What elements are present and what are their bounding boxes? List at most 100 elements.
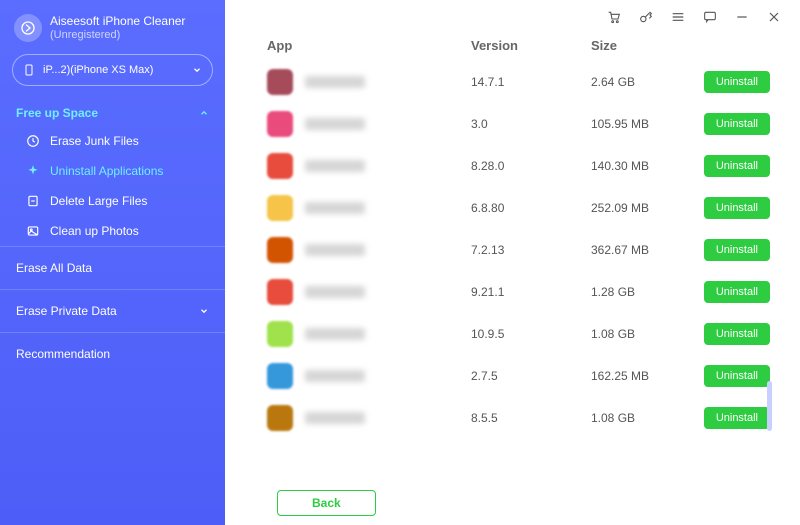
app-size: 252.09 MB	[591, 201, 701, 215]
device-label: iP...2)(iPhone XS Max)	[43, 64, 153, 76]
main-panel: App Version Size 14.7.12.64 GBUninstall3…	[225, 0, 800, 525]
brand-text: Aiseesoft iPhone Cleaner (Unregistered)	[50, 14, 185, 42]
section-label: Recommendation	[16, 347, 110, 361]
uninstall-button[interactable]: Uninstall	[704, 365, 770, 387]
app-icon	[267, 153, 293, 179]
table-row: 8.28.0140.30 MBUninstall	[251, 145, 774, 187]
table-row: 14.7.12.64 GBUninstall	[251, 61, 774, 103]
table-row: 8.5.51.08 GBUninstall	[251, 397, 774, 439]
app-version: 14.7.1	[471, 75, 591, 89]
app-icon	[267, 195, 293, 221]
app-icon	[267, 69, 293, 95]
section-label: Erase All Data	[16, 261, 92, 275]
uninstall-button[interactable]: Uninstall	[704, 281, 770, 303]
uninstall-button[interactable]: Uninstall	[704, 197, 770, 219]
app-version: 10.9.5	[471, 327, 591, 341]
chevron-down-icon	[199, 306, 209, 316]
table-row: 9.21.11.28 GBUninstall	[251, 271, 774, 313]
back-button[interactable]: Back	[277, 490, 376, 516]
app-title: Aiseesoft iPhone Cleaner	[50, 14, 185, 28]
clock-icon	[26, 134, 40, 148]
app-size: 2.64 GB	[591, 75, 701, 89]
app-version: 2.7.5	[471, 369, 591, 383]
section-label: Free up Space	[16, 106, 98, 120]
uninstall-button[interactable]: Uninstall	[704, 407, 770, 429]
chat-icon[interactable]	[702, 9, 718, 25]
app-version: 7.2.13	[471, 243, 591, 257]
section-recommendation[interactable]: Recommendation	[0, 333, 225, 375]
sidebar-item-label: Erase Junk Files	[50, 134, 139, 148]
scrollbar-thumb[interactable]	[767, 381, 772, 431]
table-row: 6.8.80252.09 MBUninstall	[251, 187, 774, 229]
table-row: 10.9.51.08 GBUninstall	[251, 313, 774, 355]
app-version: 6.8.80	[471, 201, 591, 215]
app-name-blurred	[305, 76, 365, 88]
cart-icon[interactable]	[606, 9, 622, 25]
device-selector[interactable]: iP...2)(iPhone XS Max)	[12, 54, 213, 86]
section-erase-all[interactable]: Erase All Data	[0, 247, 225, 289]
app-name-blurred	[305, 244, 365, 256]
sparkle-icon	[26, 164, 40, 178]
footer: Back	[251, 481, 774, 525]
uninstall-button[interactable]: Uninstall	[704, 155, 770, 177]
sidebar-item-label: Clean up Photos	[50, 224, 139, 238]
app-version: 8.28.0	[471, 159, 591, 173]
sidebar-item-clean-photos[interactable]: Clean up Photos	[0, 216, 225, 246]
app-version: 9.21.1	[471, 285, 591, 299]
app-icon	[267, 363, 293, 389]
table-header: App Version Size	[251, 38, 774, 61]
menu-icon[interactable]	[670, 9, 686, 25]
app-icon	[267, 237, 293, 263]
app-size: 1.08 GB	[591, 411, 701, 425]
app-name-blurred	[305, 328, 365, 340]
uninstall-button[interactable]: Uninstall	[704, 71, 770, 93]
uninstall-button[interactable]: Uninstall	[704, 113, 770, 135]
minimize-icon[interactable]	[734, 9, 750, 25]
section-erase-private[interactable]: Erase Private Data	[0, 290, 225, 332]
titlebar	[225, 0, 800, 34]
app-name-blurred	[305, 118, 365, 130]
app-size: 1.28 GB	[591, 285, 701, 299]
app-list: 14.7.12.64 GBUninstall3.0105.95 MBUninst…	[251, 61, 774, 481]
app-size: 140.30 MB	[591, 159, 701, 173]
table-row: 2.7.5162.25 MBUninstall	[251, 355, 774, 397]
column-header-version: Version	[471, 38, 591, 53]
app-name-blurred	[305, 202, 365, 214]
file-minus-icon	[26, 194, 40, 208]
app-icon	[267, 405, 293, 431]
sidebar-item-uninstall-apps[interactable]: Uninstall Applications	[0, 156, 225, 186]
sidebar-item-label: Delete Large Files	[50, 194, 147, 208]
chevron-up-icon	[199, 108, 209, 118]
sidebar: Aiseesoft iPhone Cleaner (Unregistered) …	[0, 0, 225, 525]
app-size: 1.08 GB	[591, 327, 701, 341]
table-row: 3.0105.95 MBUninstall	[251, 103, 774, 145]
app-version: 8.5.5	[471, 411, 591, 425]
sidebar-item-delete-large[interactable]: Delete Large Files	[0, 186, 225, 216]
app-size: 105.95 MB	[591, 117, 701, 131]
brand: Aiseesoft iPhone Cleaner (Unregistered)	[0, 8, 225, 52]
app-name-blurred	[305, 370, 365, 382]
app-size: 362.67 MB	[591, 243, 701, 257]
app-size: 162.25 MB	[591, 369, 701, 383]
app-version: 3.0	[471, 117, 591, 131]
app-name-blurred	[305, 412, 365, 424]
column-header-size: Size	[591, 38, 701, 53]
sidebar-item-erase-junk[interactable]: Erase Junk Files	[0, 126, 225, 156]
close-icon[interactable]	[766, 9, 782, 25]
uninstall-button[interactable]: Uninstall	[704, 323, 770, 345]
section-free-up-space[interactable]: Free up Space	[0, 96, 225, 126]
app-name-blurred	[305, 286, 365, 298]
column-header-app: App	[251, 38, 471, 53]
uninstall-button[interactable]: Uninstall	[704, 239, 770, 261]
app-name-blurred	[305, 160, 365, 172]
sidebar-item-label: Uninstall Applications	[50, 164, 163, 178]
table-row: 7.2.13362.67 MBUninstall	[251, 229, 774, 271]
key-icon[interactable]	[638, 9, 654, 25]
app-logo	[14, 14, 42, 42]
content: App Version Size 14.7.12.64 GBUninstall3…	[225, 34, 800, 525]
app-icon	[267, 321, 293, 347]
app-icon	[267, 111, 293, 137]
app-subtitle: (Unregistered)	[50, 29, 185, 42]
image-icon	[26, 224, 40, 238]
section-label: Erase Private Data	[16, 304, 117, 318]
